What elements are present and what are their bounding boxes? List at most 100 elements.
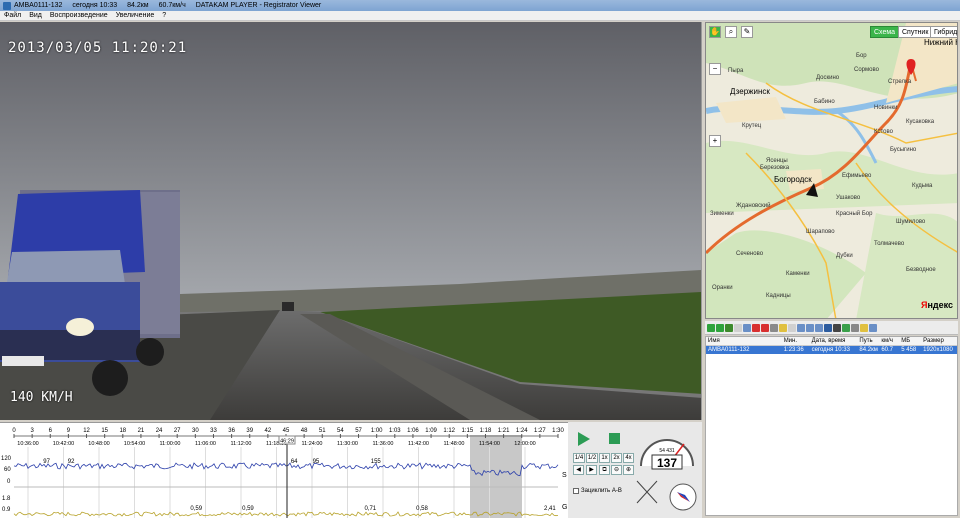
minute-tick-label: 1:18 — [480, 428, 492, 434]
refresh-icon[interactable] — [725, 323, 733, 332]
map-label: Бусыгино — [890, 147, 917, 153]
g-side-label: G — [562, 504, 567, 511]
folder-icon[interactable] — [779, 323, 787, 332]
map-label: Красный Бор — [836, 211, 873, 217]
map-label: Кстово — [874, 129, 893, 135]
ruler-icon[interactable]: ✎ — [741, 26, 753, 38]
close-icon[interactable] — [761, 323, 769, 332]
loop-ab-checkbox[interactable]: Зациклить A-B — [573, 488, 622, 494]
step-forward-icon[interactable]: ▶ — [586, 465, 597, 475]
minute-tick-label: 51 — [319, 428, 326, 434]
video-scene — [0, 22, 701, 420]
view-icon[interactable] — [797, 323, 805, 332]
col-size[interactable]: Размер — [921, 337, 957, 345]
zoom-in-icon[interactable]: ⊕ — [623, 465, 634, 475]
add-icon[interactable] — [707, 323, 715, 332]
menu-zoom[interactable]: Увеличение — [116, 12, 155, 19]
map-mode-satellite[interactable]: Спутник — [898, 26, 933, 38]
video-speed-overlay: 140 KM/H — [10, 390, 73, 405]
settings-icon[interactable] — [851, 323, 859, 332]
odometer-value: 54 431 — [659, 448, 675, 454]
stop-icon[interactable] — [608, 432, 622, 446]
map-label: Бор — [856, 53, 867, 59]
minute-tick-label: 1:06 — [407, 428, 419, 434]
speedometer-value: 137 — [657, 456, 677, 470]
speed-peak-label: 95 — [313, 459, 320, 465]
menu-file[interactable]: Файл — [4, 12, 21, 19]
video-frame[interactable]: 2013/03/05 11:20:21 140 KM/H — [0, 22, 702, 420]
map-mode-scheme[interactable]: Схема — [870, 26, 900, 38]
map-canvas — [706, 23, 957, 318]
col-name[interactable]: Имя — [706, 337, 782, 345]
col-min[interactable]: Мин. — [782, 337, 810, 345]
clock-tick-label: 11:42:00 — [408, 441, 429, 447]
clock-tick-label: 11:30:00 — [337, 441, 358, 447]
map-label: Нижний Н — [924, 38, 958, 47]
clock-tick-label: 11:54:00 — [479, 441, 500, 447]
map-label: Ясенцы — [766, 158, 788, 164]
cell-speed: 60.7 — [881, 347, 893, 353]
video-timestamp: 2013/03/05 11:20:21 — [8, 40, 188, 56]
map-label: Доскино — [816, 75, 840, 81]
map-label: Новинки — [874, 105, 898, 111]
minute-tick-label: 1:24 — [516, 428, 528, 434]
col-path[interactable]: Путь — [857, 337, 879, 345]
checkbox-icon[interactable] — [573, 488, 579, 494]
speed-axis-label: 120 — [1, 456, 12, 462]
zoom-out-icon[interactable]: − — [709, 63, 721, 75]
clock-tick-label: 10:42:00 — [53, 441, 74, 447]
step-back-icon[interactable]: ◀ — [573, 465, 584, 475]
copy-icon[interactable] — [743, 323, 751, 332]
speed-quarter-button[interactable]: 1/4 — [573, 453, 585, 463]
title-app: DATAKAM PLAYER - Registrator Viewer — [195, 2, 322, 9]
globe-icon[interactable] — [824, 323, 832, 332]
delete-icon[interactable] — [752, 323, 760, 332]
file-toolbar — [705, 321, 958, 335]
speed-4x-button[interactable]: 4x — [623, 453, 634, 463]
minute-tick-label: 15 — [101, 428, 108, 434]
save-icon[interactable] — [770, 323, 778, 332]
minute-tick-label: 1:21 — [498, 428, 510, 434]
info-icon[interactable] — [869, 323, 877, 332]
title-distance: 84.2км — [127, 2, 149, 9]
map-label: Сормово — [854, 67, 879, 73]
timeline-panel[interactable]: 0 3 6 9 12 15 18 21 24 27 30 33 36 39 42 45 48 51 54 57 1:00… — [0, 422, 568, 518]
track-icon[interactable] — [842, 323, 850, 332]
zoom-in-icon[interactable]: + — [709, 135, 721, 147]
map-mode-hybrid[interactable]: Гибрид — [930, 26, 957, 38]
play-icon[interactable] — [576, 431, 600, 447]
snapshot-icon[interactable]: ⧉ — [599, 465, 610, 475]
open-folder-icon[interactable] — [860, 323, 868, 332]
playhead-label: 46:29 — [280, 439, 294, 445]
minute-tick-label: 30 — [192, 428, 199, 434]
grid-icon[interactable] — [806, 323, 814, 332]
col-speed[interactable]: км/ч — [879, 337, 899, 345]
file-list: Имя Мин. Дата, время Путь км/ч МБ Размер… — [705, 336, 958, 516]
cell-min: 1:23:36 — [783, 347, 804, 353]
map-panel[interactable]: ✋ ⌕ ✎ − + Схема Спутник Гибрид Дзержинск… — [705, 22, 958, 319]
speed-peak-label: 64 — [291, 459, 298, 465]
camera-icon[interactable] — [833, 323, 841, 332]
zoom-area-icon[interactable]: ⌕ — [725, 26, 737, 38]
loop-ab-label: Зациклить A-B — [581, 488, 622, 494]
remove-icon[interactable] — [716, 323, 724, 332]
clock-tick-label: 10:48:00 — [88, 441, 109, 447]
col-mb[interactable]: МБ — [899, 337, 921, 345]
timeline-graph[interactable]: 0 3 6 9 12 15 18 21 24 27 30 33 36 39 42 45 48 51 54 57 1:00… — [0, 423, 568, 518]
menu-view[interactable]: Вид — [29, 12, 42, 19]
export-icon[interactable] — [815, 323, 823, 332]
col-datetime[interactable]: Дата, время — [810, 337, 858, 345]
minute-tick-label: 1:09 — [425, 428, 437, 434]
minute-tick-label: 45 — [283, 428, 290, 434]
zoom-out-icon[interactable]: ⊖ — [611, 465, 622, 475]
speed-half-button[interactable]: 1/2 — [586, 453, 598, 463]
menu-help[interactable]: ? — [162, 12, 166, 19]
speed-2x-button[interactable]: 2x — [611, 453, 622, 463]
map-label: Каменки — [786, 271, 810, 277]
menu-playback[interactable]: Воспроизведение — [50, 12, 108, 19]
speed-1x-button[interactable]: 1x — [599, 453, 610, 463]
map-label: Ждановский — [736, 203, 771, 209]
table-row[interactable]: AMBA0111-132 1:23:36 сегодня 10:33 84.2к… — [706, 346, 957, 354]
map-label: Толмачево — [874, 241, 905, 247]
hand-tool-icon[interactable]: ✋ — [709, 26, 721, 38]
